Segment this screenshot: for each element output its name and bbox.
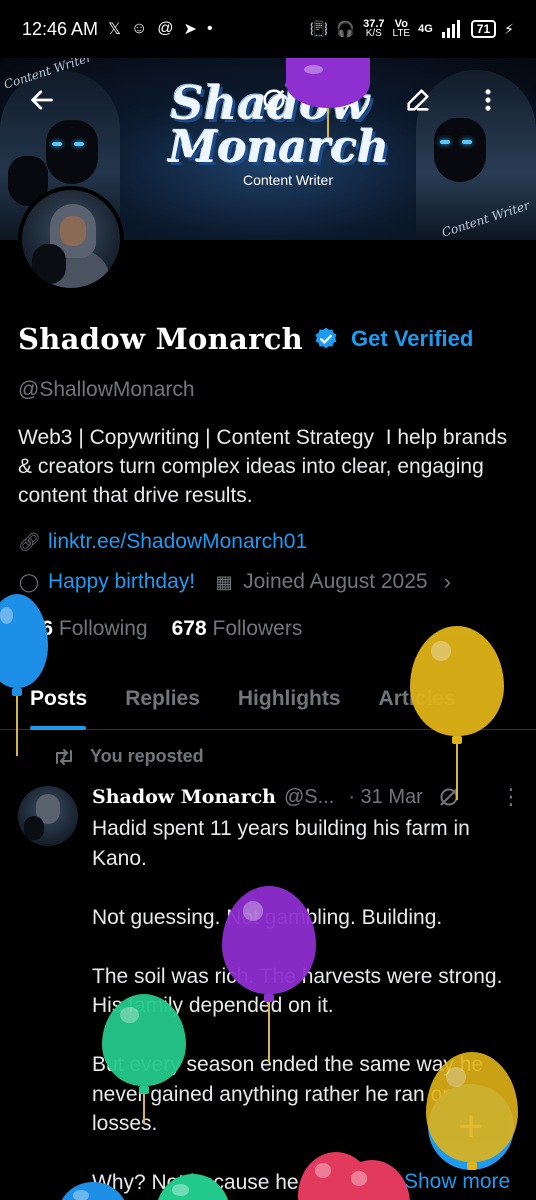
display-name: Shadow Monarch [18, 322, 304, 356]
network-type: 4G [418, 23, 433, 35]
birthday-balloon-icon [334, 1160, 410, 1200]
more-options-button[interactable] [466, 78, 510, 122]
post-author-name[interactable]: Shadow Monarch [92, 786, 276, 808]
network-speed: 37.7 K/S [363, 18, 385, 39]
back-button[interactable] [20, 78, 64, 122]
status-bar: 12:46 AM 𝕏 ☺ @ ➤ • 📳 🎧 37.7 K/S Vo LTE 4… [0, 0, 536, 58]
link-icon: 🔗︎ [18, 531, 41, 552]
snapchat-icon: ☺ [130, 20, 148, 37]
grok-icon [263, 89, 285, 111]
edit-icon [407, 89, 429, 111]
edit-button[interactable] [396, 78, 440, 122]
repost-indicator: You reposted [52, 746, 204, 767]
profile-link-row: 🔗︎ linktr.ee/ShadowMonarch01 [18, 530, 307, 554]
birthday-balloon-icon [58, 1182, 128, 1200]
notification-dot-icon: • [206, 20, 213, 37]
post-author-avatar[interactable] [18, 786, 78, 846]
profile-avatar[interactable] [18, 186, 124, 292]
birthday-balloon-icon [286, 58, 370, 138]
chevron-right-icon[interactable]: › [444, 569, 451, 595]
birthday-balloon-icon [156, 1174, 230, 1200]
tab-highlights[interactable]: Highlights [219, 668, 360, 730]
telegram-icon: ➤ [183, 21, 197, 38]
get-verified-link[interactable]: Get Verified [351, 326, 473, 352]
arrow-left-icon [31, 90, 53, 110]
verified-badge-icon [315, 327, 337, 349]
birthday-balloon-icon [102, 994, 186, 1124]
logo-subtitle: Content Writer [243, 172, 333, 188]
birthday-balloon-icon [410, 626, 504, 800]
birthday-balloon-icon [0, 594, 48, 756]
tab-replies[interactable]: Replies [106, 668, 219, 730]
x-app-icon: 𝕏 [108, 21, 121, 38]
signal-icon [441, 20, 460, 38]
joined-date: Joined August 2025 [243, 570, 428, 593]
more-vertical-icon [485, 89, 491, 111]
profile-bio: Web3 | Copywriting | Content Strategy I … [18, 426, 513, 507]
name-row: Shadow Monarch Get Verified [18, 322, 473, 356]
profile-meta-row: ◯ Happy birthday! ▦ Joined August 2025 › [18, 569, 451, 595]
vibrate-icon: 📳 [309, 21, 329, 38]
birthday-balloon-icon: ◯ [18, 571, 40, 592]
battery-indicator: 71 [470, 20, 497, 38]
charging-icon: ⚡ [504, 20, 514, 37]
post-author-handle[interactable]: @S... [284, 786, 334, 809]
status-time: 12:46 AM [22, 18, 99, 39]
repost-label: You reposted [90, 746, 204, 766]
volte-indicator: Vo LTE [392, 18, 411, 39]
follow-stats: 626 Following 678 Followers [18, 617, 302, 641]
calendar-icon: ▦ [215, 571, 233, 592]
birthday-text[interactable]: Happy birthday! [48, 570, 195, 594]
followers-link[interactable]: 678 Followers [172, 617, 303, 641]
show-more-link[interactable]: Show more [404, 1170, 510, 1194]
headphones-icon: 🎧 [336, 21, 356, 38]
birthday-balloon-icon [426, 1052, 518, 1170]
profile-website-link[interactable]: linktr.ee/ShadowMonarch01 [48, 530, 307, 554]
threads-icon: @ [157, 20, 174, 37]
birthday-balloon-icon [222, 886, 316, 1062]
profile-handle: @ShallowMonarch [18, 378, 195, 401]
repost-icon [56, 748, 72, 765]
